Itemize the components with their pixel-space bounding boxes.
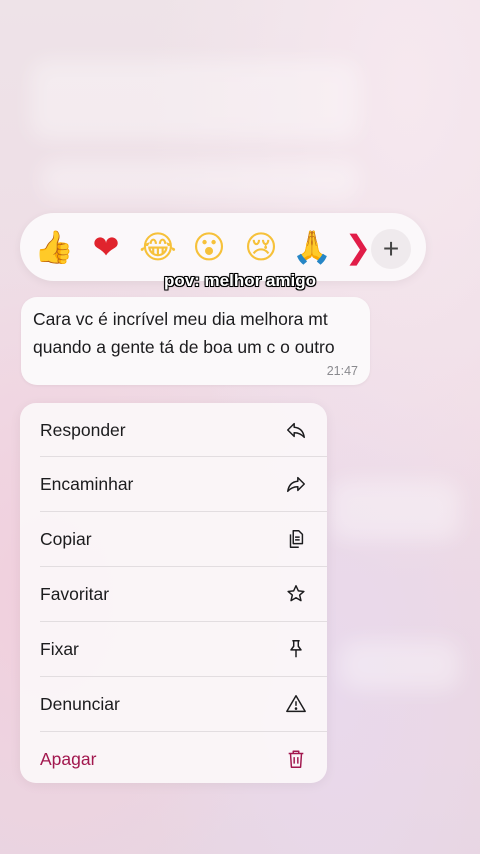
blurred-bubble: [340, 640, 460, 690]
copy-button[interactable]: Copiar: [20, 512, 327, 566]
favorite-label: Favoritar: [40, 583, 110, 604]
add-reaction-button[interactable]: +: [371, 229, 411, 269]
thumbs-up-icon[interactable]: 👍: [34, 227, 74, 267]
blurred-bubble: [330, 480, 460, 540]
surprised-face-icon[interactable]: 😮: [189, 227, 229, 267]
reply-button[interactable]: Responder: [20, 403, 327, 457]
pin-button[interactable]: Fixar: [20, 622, 327, 676]
blurred-bubble: [30, 60, 360, 140]
crying-face-icon[interactable]: 😢: [241, 227, 281, 267]
forward-button[interactable]: Encaminhar: [20, 457, 327, 511]
pin-label: Fixar: [40, 638, 79, 659]
pin-icon: [285, 638, 307, 660]
message-context-menu: Responder Encaminhar Copiar Favoritar Fi…: [20, 403, 327, 783]
reply-label: Responder: [40, 419, 126, 440]
report-button[interactable]: Denunciar: [20, 677, 327, 731]
copy-label: Copiar: [40, 528, 92, 549]
praying-hands-icon[interactable]: 🙏: [292, 227, 332, 267]
heart-icon[interactable]: ❤: [86, 227, 126, 267]
trash-icon: [285, 748, 307, 770]
copy-icon: [285, 528, 307, 550]
favorite-button[interactable]: Favoritar: [20, 567, 327, 621]
star-icon: [285, 583, 307, 605]
forward-icon: [285, 473, 307, 495]
message-text: Cara vc é incrível meu dia melhora mt qu…: [33, 309, 335, 357]
warning-icon: [285, 693, 307, 715]
plus-icon: +: [382, 233, 400, 264]
video-caption: pov: melhor amigo: [163, 271, 317, 290]
reply-icon: [285, 419, 307, 441]
delete-label: Apagar: [40, 748, 97, 769]
report-label: Denunciar: [40, 693, 120, 714]
blurred-bubble: [40, 160, 360, 200]
message-bubble[interactable]: Cara vc é incrível meu dia melhora mt qu…: [21, 297, 370, 385]
delete-button[interactable]: Apagar: [20, 732, 327, 783]
laughing-face-icon[interactable]: 😂: [138, 227, 178, 267]
forward-label: Encaminhar: [40, 473, 134, 494]
message-timestamp: 21:47: [326, 364, 358, 378]
